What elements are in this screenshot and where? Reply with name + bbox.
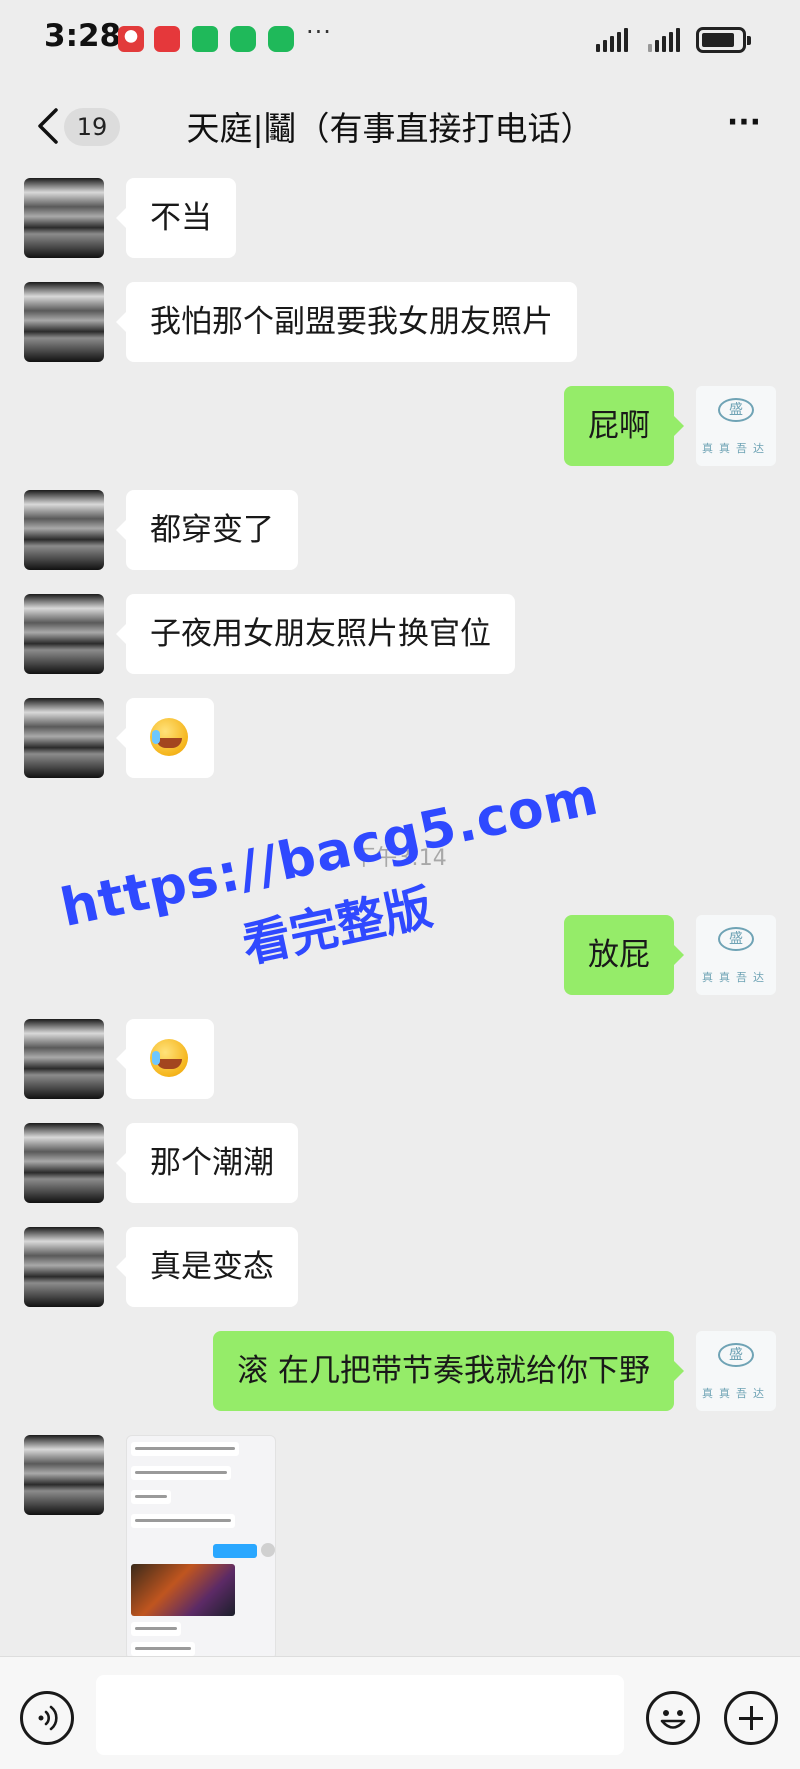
wechat-icon xyxy=(268,26,294,52)
status-bar: 3:28 ··· xyxy=(0,0,800,80)
message-bubble-incoming[interactable]: 子夜用女朋友照片换官位 xyxy=(116,594,515,674)
chat-screenshot-image[interactable] xyxy=(126,1435,276,1660)
contact-avatar[interactable] xyxy=(24,282,104,362)
self-avatar[interactable]: 盛 真真吾达 xyxy=(696,915,776,995)
message-bubble-incoming[interactable] xyxy=(116,698,214,778)
watermark-caption: 看完整版 xyxy=(237,879,438,975)
chat-header: 19 天庭|鬮（有事直接打电话） ··· xyxy=(0,80,800,172)
avatar-signature: 真真吾达 xyxy=(702,971,770,984)
message-bubble-incoming[interactable]: 都穿变了 xyxy=(116,490,298,570)
input-bar xyxy=(0,1656,800,1769)
message-bubble-incoming[interactable]: 真是变态 xyxy=(116,1227,298,1307)
contact-avatar[interactable] xyxy=(24,490,104,570)
face-holding-back-tears-emoji xyxy=(150,1038,188,1077)
seal-icon: 盛 xyxy=(718,1343,754,1367)
emoji-icon xyxy=(660,1710,686,1729)
status-time: 3:28 xyxy=(44,18,122,54)
self-avatar[interactable]: 盛 真真吾达 xyxy=(696,1331,776,1411)
contact-avatar[interactable] xyxy=(24,178,104,258)
message-bubble-incoming[interactable] xyxy=(116,1019,214,1099)
green-app-icon xyxy=(192,26,218,52)
emoji-button[interactable] xyxy=(646,1691,700,1745)
wechat-icon xyxy=(230,26,256,52)
contact-avatar[interactable] xyxy=(24,594,104,674)
signal-strength-icon-2 xyxy=(648,28,680,52)
face-with-tears-of-joy-emoji xyxy=(150,717,188,756)
message-bubble-outgoing[interactable]: 放屁 xyxy=(564,915,684,995)
more-options-button[interactable]: ··· xyxy=(722,106,766,146)
more-notifications-indicator: ··· xyxy=(306,18,332,46)
voice-icon xyxy=(38,1705,58,1731)
chat-title: 天庭|鬮（有事直接打电话） xyxy=(186,109,594,148)
message-bubble-incoming[interactable]: 那个潮潮 xyxy=(116,1123,298,1203)
contact-avatar[interactable] xyxy=(24,1435,104,1515)
contact-avatar[interactable] xyxy=(24,1227,104,1307)
message-input[interactable] xyxy=(96,1675,624,1755)
voice-button[interactable] xyxy=(20,1691,74,1745)
app-notification-icon xyxy=(118,26,144,52)
avatar-signature: 真真吾达 xyxy=(702,442,770,455)
contact-avatar[interactable] xyxy=(24,1019,104,1099)
seal-icon: 盛 xyxy=(718,927,754,951)
message-bubble-outgoing[interactable]: 滚 在几把带节奏我就给你下野 xyxy=(213,1331,684,1411)
message-bubble-incoming[interactable]: 我怕那个副盟要我女朋友照片 xyxy=(116,282,577,362)
signal-strength-icon xyxy=(596,28,628,52)
contact-avatar[interactable] xyxy=(24,698,104,778)
unread-count-badge[interactable]: 19 xyxy=(64,108,120,146)
message-timestamp: 下午3:14 xyxy=(353,846,447,871)
seal-icon: 盛 xyxy=(718,398,754,422)
contact-avatar[interactable] xyxy=(24,1123,104,1203)
message-bubble-incoming[interactable]: 不当 xyxy=(116,178,236,258)
battery-icon xyxy=(696,27,751,53)
message-bubble-outgoing[interactable]: 屁啊 xyxy=(564,386,684,466)
self-avatar[interactable]: 盛 真真吾达 xyxy=(696,386,776,466)
plus-button[interactable] xyxy=(724,1691,778,1745)
avatar-signature: 真真吾达 xyxy=(702,1387,770,1400)
red-app-icon xyxy=(154,26,180,52)
